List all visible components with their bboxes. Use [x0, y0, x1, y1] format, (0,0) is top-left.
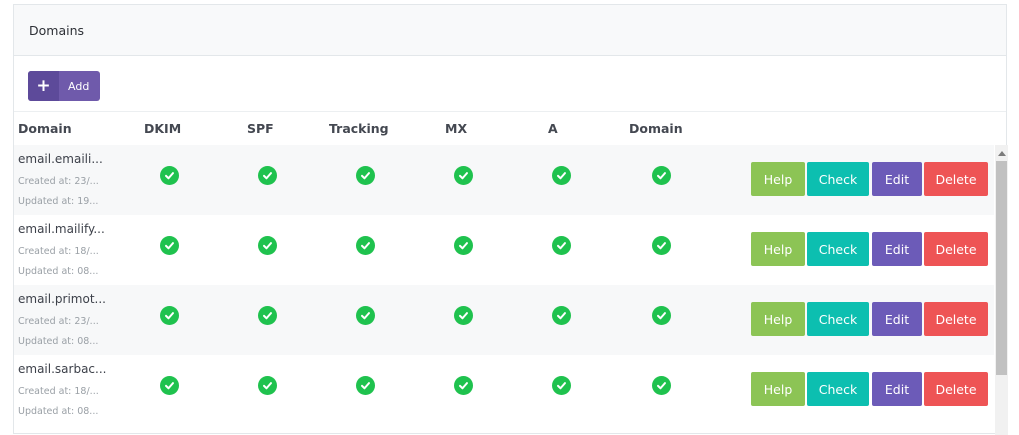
spf-status-icon — [258, 236, 277, 255]
help-button[interactable]: Help — [751, 162, 805, 196]
table-row: email.sarbac... Created at: 18/... Updated… — [14, 355, 994, 425]
add-label: Add — [68, 79, 90, 93]
domain-status-icon — [652, 166, 671, 185]
col-tracking: Tracking — [329, 121, 389, 136]
spf-status-icon — [258, 306, 277, 325]
domain-name: email.primot... — [18, 292, 106, 306]
col-dkim: DKIM — [144, 121, 182, 136]
spf-status-icon — [258, 376, 277, 395]
help-button[interactable]: Help — [751, 232, 805, 266]
tracking-status-icon — [356, 306, 375, 325]
delete-button[interactable]: Delete — [924, 162, 988, 196]
domain-status-icon — [652, 236, 671, 255]
updated-at: Updated at: 08... — [18, 266, 99, 277]
a-status-icon — [552, 306, 571, 325]
dkim-status-icon — [160, 306, 179, 325]
edit-button[interactable]: Edit — [872, 302, 922, 336]
domains-panel: Domains + Add Domain DKIM SPF Tracking M… — [13, 4, 1008, 435]
check-button[interactable]: Check — [807, 302, 869, 336]
dkim-status-icon — [160, 166, 179, 185]
dkim-status-icon — [160, 236, 179, 255]
domain-name: email.emaili... — [18, 152, 103, 166]
check-button[interactable]: Check — [807, 372, 869, 406]
tracking-status-icon — [356, 376, 375, 395]
created-at: Created at: 23/... — [18, 316, 99, 327]
help-button[interactable]: Help — [751, 302, 805, 336]
edit-button[interactable]: Edit — [872, 372, 922, 406]
help-button[interactable]: Help — [751, 372, 805, 406]
domain-status-icon — [652, 306, 671, 325]
scrollbar[interactable] — [995, 145, 1008, 435]
delete-button[interactable]: Delete — [924, 372, 988, 406]
col-a: A — [548, 121, 558, 136]
tracking-status-icon — [356, 236, 375, 255]
table-header: Domain DKIM SPF Tracking MX A Domain — [14, 117, 1006, 143]
updated-at: Updated at: 08... — [18, 406, 99, 417]
tracking-status-icon — [356, 166, 375, 185]
domain-name: email.mailify... — [18, 222, 105, 236]
divider — [14, 111, 1006, 112]
created-at: Created at: 23/... — [18, 176, 99, 187]
spf-status-icon — [258, 166, 277, 185]
check-button[interactable]: Check — [807, 232, 869, 266]
mx-status-icon — [454, 376, 473, 395]
mx-status-icon — [454, 306, 473, 325]
scroll-up-arrow-icon[interactable] — [998, 151, 1006, 156]
scrollbar-thumb[interactable] — [996, 161, 1007, 375]
col-mx: MX — [445, 121, 468, 136]
domain-status-icon — [652, 376, 671, 395]
delete-button[interactable]: Delete — [924, 302, 988, 336]
domain-name: email.sarbac... — [18, 362, 107, 376]
mx-status-icon — [454, 236, 473, 255]
a-status-icon — [552, 166, 571, 185]
table-body: email.emaili... Created at: 23/... Updated… — [14, 145, 994, 425]
created-at: Created at: 18/... — [18, 386, 99, 397]
check-button[interactable]: Check — [807, 162, 869, 196]
dkim-status-icon — [160, 376, 179, 395]
add-domain-button[interactable]: + Add — [28, 71, 101, 101]
panel-header: Domains — [14, 5, 1006, 56]
delete-button[interactable]: Delete — [924, 232, 988, 266]
table-row: email.mailify... Created at: 18/... Update… — [14, 215, 994, 285]
updated-at: Updated at: 08... — [18, 336, 99, 347]
a-status-icon — [552, 376, 571, 395]
edit-button[interactable]: Edit — [872, 162, 922, 196]
plus-icon: + — [28, 71, 59, 101]
edit-button[interactable]: Edit — [872, 232, 922, 266]
a-status-icon — [552, 236, 571, 255]
updated-at: Updated at: 19... — [18, 196, 99, 207]
created-at: Created at: 18/... — [18, 246, 99, 257]
mx-status-icon — [454, 166, 473, 185]
table-row: email.primot... Created at: 23/... Updated… — [14, 285, 994, 355]
col-spf: SPF — [247, 121, 274, 136]
col-domain: Domain — [18, 121, 72, 136]
panel-title: Domains — [29, 22, 85, 38]
col-domain-status: Domain — [629, 121, 683, 136]
table-row: email.emaili... Created at: 23/... Updated… — [14, 145, 994, 215]
